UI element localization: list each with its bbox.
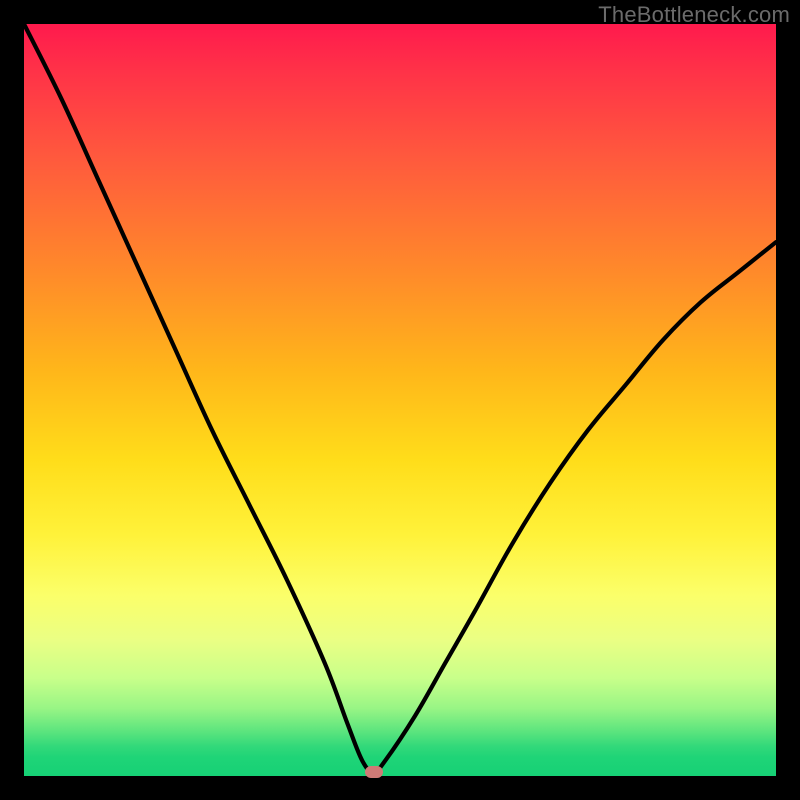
minimum-marker xyxy=(365,766,383,778)
bottleneck-curve xyxy=(24,24,776,776)
watermark-text: TheBottleneck.com xyxy=(598,2,790,28)
chart-frame xyxy=(24,24,776,776)
